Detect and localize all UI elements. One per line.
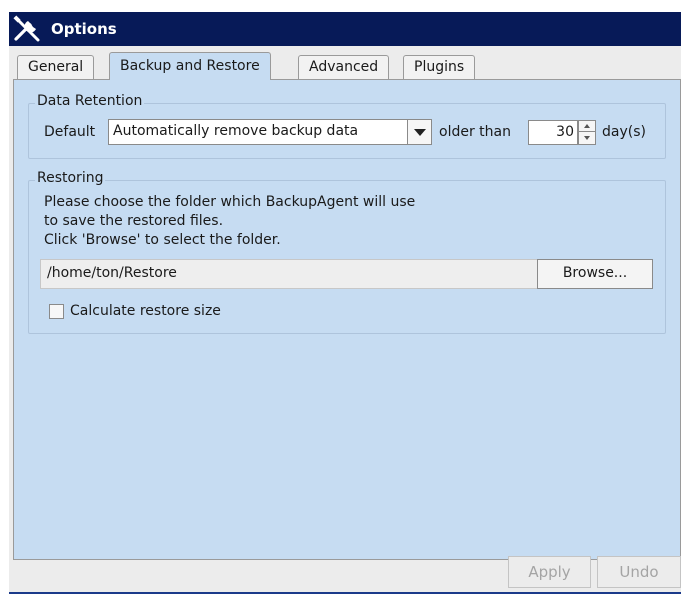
triangle-down-icon — [414, 129, 426, 136]
data-retention-title: Data Retention — [35, 93, 145, 109]
days-stepper — [578, 120, 596, 145]
days-increment-button[interactable] — [579, 121, 595, 132]
days-input[interactable]: 30 — [528, 120, 578, 145]
apply-button[interactable]: Apply — [508, 556, 591, 588]
days-decrement-button[interactable] — [579, 133, 595, 144]
retention-policy-select[interactable]: Automatically remove backup data — [108, 119, 418, 145]
arrow-down-icon — [584, 136, 590, 140]
restoring-title: Restoring — [35, 170, 106, 186]
browse-button[interactable]: Browse... — [537, 259, 653, 289]
calculate-restore-size-checkbox[interactable] — [49, 304, 64, 319]
restoring-description-line-1: Please choose the folder which BackupAge… — [44, 194, 416, 210]
days-unit-label: day(s) — [602, 124, 646, 140]
default-label: Default — [44, 124, 96, 140]
arrow-up-icon — [584, 124, 590, 128]
calculate-restore-size-label[interactable]: Calculate restore size — [70, 303, 221, 319]
restore-folder-input[interactable]: /home/ton/Restore — [40, 259, 539, 289]
restoring-description-line-3: Click 'Browse' to select the folder. — [44, 232, 281, 248]
older-than-label: older than — [439, 124, 511, 140]
retention-policy-dropdown-button[interactable] — [407, 119, 432, 145]
restoring-description-line-2: to save the restored files. — [44, 213, 224, 229]
panel-content: Data Retention Default Automatically rem… — [0, 0, 681, 594]
undo-button[interactable]: Undo — [597, 556, 681, 588]
